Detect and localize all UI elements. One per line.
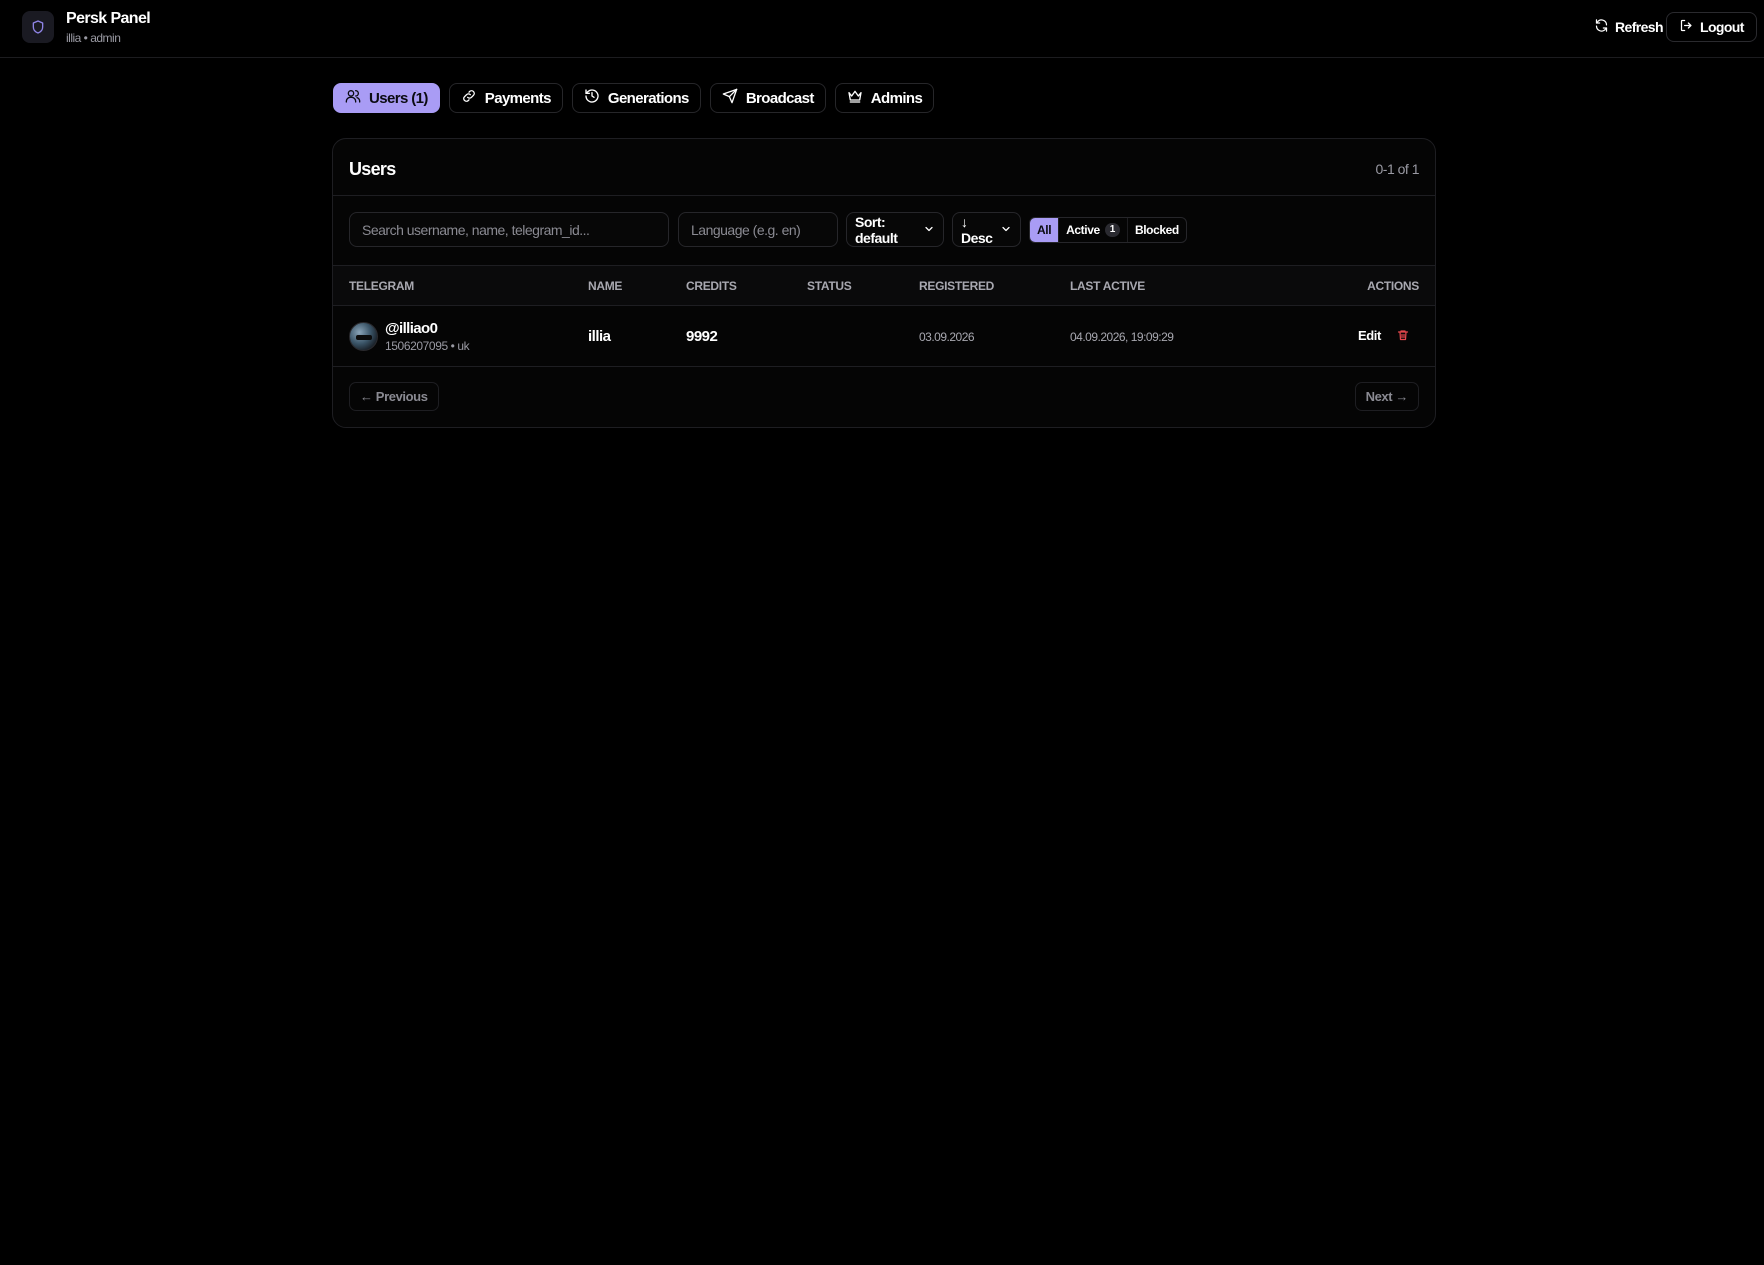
sort-value: Sort: default [855,213,898,246]
registered-date: 03.09.2026 [919,330,975,344]
tab-payments[interactable]: Payments [448,83,563,113]
tab-label: Generations [607,89,690,107]
column-header-name: Name [588,279,623,293]
avatar [349,322,378,351]
column-header-last-active: Last active [1070,279,1145,293]
filter-label: All [1037,223,1052,237]
column-header-status: Status [807,279,852,293]
users-icon [345,88,361,108]
trash-icon[interactable] [1397,328,1409,346]
previous-page-button[interactable]: ← Previous [349,382,439,411]
users-card: Users 0-1 of 1 Sort: default ↓ Desc All … [332,138,1436,428]
filter-label: Active [1066,223,1100,237]
logout-button[interactable]: Logout [1666,12,1757,42]
tab-label: Payments [484,89,552,107]
order-value: ↓ Desc [961,213,993,246]
count-badge: 1 [1104,223,1120,237]
column-header-telegram: Telegram [349,279,414,293]
column-header-credits: Credits [686,279,737,293]
logout-label: Logout [1700,19,1744,35]
status-filter: All Active 1 Blocked [1029,217,1187,243]
link-icon [461,88,477,108]
filter-label: Blocked [1134,223,1179,237]
chevron-down-icon [923,222,935,238]
tab-label: Broadcast [745,89,815,107]
telegram-meta: 1506207095 • uk [385,339,470,353]
tab-broadcast[interactable]: Broadcast [709,83,826,113]
app-title: Persk Panel [66,10,151,27]
top-bar: Persk Panel illia • admin Refresh Logout [0,0,1764,58]
table-header: Telegram Name Credits Status Registered … [333,265,1435,306]
search-input[interactable] [349,212,669,247]
tab-label: Admins [870,89,923,107]
edit-button[interactable]: Edit [1358,328,1381,343]
filter-active[interactable]: Active 1 [1059,218,1128,242]
card-divider [333,195,1435,196]
filter-blocked[interactable]: Blocked [1128,218,1186,242]
user-role: illia • admin [66,31,121,45]
filter-all[interactable]: All [1030,218,1060,242]
tab-admins[interactable]: Admins [834,83,935,113]
card-title: Users [349,159,396,179]
tab-users[interactable]: Users (1) [333,83,440,113]
tab-label: Users (1) [369,89,428,107]
user-name: illia [588,328,611,345]
next-page-button[interactable]: Next → [1354,382,1419,411]
history-icon [584,88,600,108]
telegram-username: @illiao0 [385,320,438,337]
language-input[interactable] [678,212,838,247]
logout-icon [1679,18,1694,36]
sort-select[interactable]: Sort: default [846,212,944,247]
table-row: @illiao0 1506207095 • uk illia 9992 03.0… [333,306,1435,367]
results-range: 0-1 of 1 [1375,161,1420,177]
column-header-registered: Registered [919,279,995,293]
refresh-label: Refresh [1615,19,1664,35]
column-header-actions: Actions [1367,279,1419,293]
chevron-down-icon [1000,222,1012,238]
refresh-button[interactable]: Refresh [1586,12,1671,42]
user-credits: 9992 [686,328,718,345]
tab-bar: Users (1) Payments Generations Broadcast [333,83,935,113]
last-active-date: 04.09.2026, 19:09:29 [1070,330,1174,344]
refresh-icon [1594,18,1609,36]
tab-generations[interactable]: Generations [571,83,701,113]
crown-icon [847,88,863,108]
order-select[interactable]: ↓ Desc [952,212,1021,247]
send-icon [722,88,738,108]
shield-icon [22,11,54,43]
